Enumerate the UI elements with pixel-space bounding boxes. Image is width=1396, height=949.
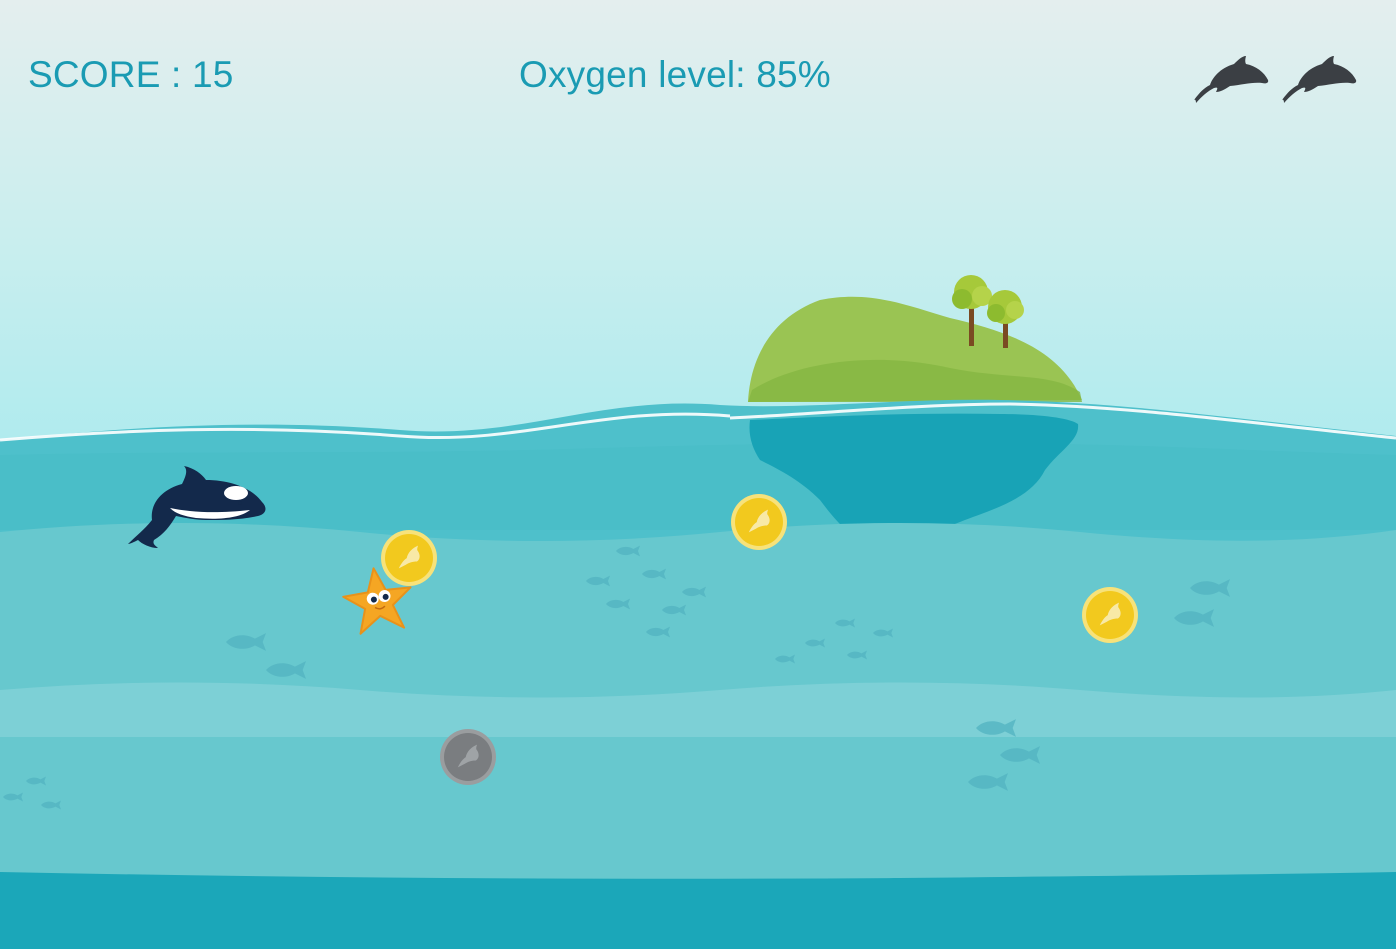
- water-lower: [0, 737, 1396, 877]
- oxygen-level-label: Oxygen level: 85%: [519, 54, 831, 95]
- coin: [731, 494, 787, 550]
- game-scene[interactable]: [0, 0, 1396, 949]
- coin: [1082, 587, 1138, 643]
- coin: [381, 530, 437, 586]
- coin-inactive: [440, 729, 496, 785]
- dolphin-icon: [1194, 56, 1269, 103]
- lives-indicator: [1190, 48, 1360, 104]
- dolphin-icon: [1282, 56, 1357, 103]
- water-deep: [0, 872, 1396, 949]
- score-label: SCORE : 15: [28, 54, 234, 95]
